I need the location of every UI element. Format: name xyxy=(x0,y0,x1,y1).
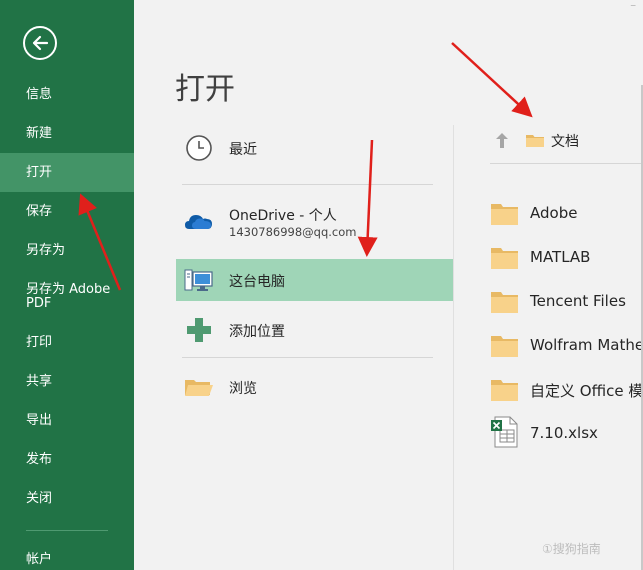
nav-save[interactable]: 保存 xyxy=(0,192,134,231)
back-button[interactable] xyxy=(23,26,57,60)
folder-name: 自定义 Office 模 xyxy=(530,382,643,400)
folder-icon xyxy=(491,248,518,269)
breadcrumb-divider xyxy=(490,163,643,164)
folder-icon xyxy=(491,380,518,401)
location-recent-label: 最近 xyxy=(229,142,257,158)
computer-icon xyxy=(184,269,213,291)
location-add-place-label: 添加位置 xyxy=(229,324,285,340)
folder-icon xyxy=(491,204,518,225)
watermark: ①搜狗指南 xyxy=(542,542,601,556)
nav-divider xyxy=(26,530,108,531)
nav-publish[interactable]: 发布 xyxy=(0,440,134,479)
location-onedrive[interactable]: OneDrive - 个人 1430786998@qq.com xyxy=(176,201,453,243)
nav-save-as-adobe-pdf-line2: PDF xyxy=(26,296,52,311)
nav-open[interactable]: 打开 xyxy=(0,153,134,192)
window-control-glyph: ⁻ xyxy=(630,0,637,14)
location-add-place[interactable]: 添加位置 xyxy=(176,309,453,351)
file-item[interactable]: 7.10.xlsx xyxy=(490,414,643,450)
nav-save-as-adobe-pdf[interactable]: 另存为 Adobe PDF xyxy=(0,278,134,314)
folder-item[interactable]: Adobe xyxy=(490,196,643,232)
location-onedrive-account: 1430786998@qq.com xyxy=(229,225,357,239)
folder-item[interactable]: Tencent Files xyxy=(490,284,643,320)
location-browse-label: 浏览 xyxy=(229,381,257,397)
folder-item[interactable]: Wolfram Mathe xyxy=(490,328,643,364)
annotation-arrow-to-documents xyxy=(451,42,533,118)
nav-save-as[interactable]: 另存为 xyxy=(0,231,134,270)
nav-close[interactable]: 关闭 xyxy=(0,479,134,518)
location-this-pc-label: 这台电脑 xyxy=(229,274,285,290)
nav-print[interactable]: 打印 xyxy=(0,323,134,362)
onedrive-cloud-icon xyxy=(185,215,212,229)
excel-file-icon xyxy=(491,416,518,448)
location-divider-1 xyxy=(182,184,433,185)
plus-icon xyxy=(187,318,211,342)
folder-icon xyxy=(491,292,518,313)
nav-new[interactable]: 新建 xyxy=(0,114,134,153)
nav-share[interactable]: 共享 xyxy=(0,362,134,401)
location-divider-2 xyxy=(182,357,433,358)
clock-icon xyxy=(186,135,212,161)
backstage-sidebar: 信息 新建 打开 保存 另存为 另存为 Adobe PDF 打印 共享 导出 发… xyxy=(0,0,134,570)
up-arrow-icon[interactable] xyxy=(494,131,510,149)
page-title: 打开 xyxy=(175,72,235,107)
folder-name: Adobe xyxy=(530,204,578,222)
location-recent[interactable]: 最近 xyxy=(176,127,453,169)
folder-item[interactable]: 自定义 Office 模 xyxy=(490,372,643,408)
file-name: 7.10.xlsx xyxy=(530,424,598,442)
nav-account[interactable]: 帐户 xyxy=(0,540,134,570)
folder-item[interactable]: MATLAB xyxy=(490,240,643,276)
folder-icon xyxy=(526,135,544,147)
nav-info[interactable]: 信息 xyxy=(0,75,134,114)
folder-open-icon xyxy=(185,380,213,396)
arrow-left-icon xyxy=(32,35,49,51)
folder-name: MATLAB xyxy=(530,248,591,266)
pane-divider xyxy=(453,125,454,570)
folder-icon xyxy=(491,336,518,357)
nav-export[interactable]: 导出 xyxy=(0,401,134,440)
location-this-pc[interactable]: 这台电脑 xyxy=(176,259,453,301)
folder-name: Tencent Files xyxy=(530,292,626,310)
breadcrumb-current[interactable]: 文档 xyxy=(551,131,579,151)
location-onedrive-label: OneDrive - 个人 xyxy=(229,208,337,224)
location-browse[interactable]: 浏览 xyxy=(176,366,453,408)
nav-save-as-adobe-pdf-line1: 另存为 Adobe xyxy=(26,282,111,297)
folder-name: Wolfram Mathe xyxy=(530,336,643,354)
